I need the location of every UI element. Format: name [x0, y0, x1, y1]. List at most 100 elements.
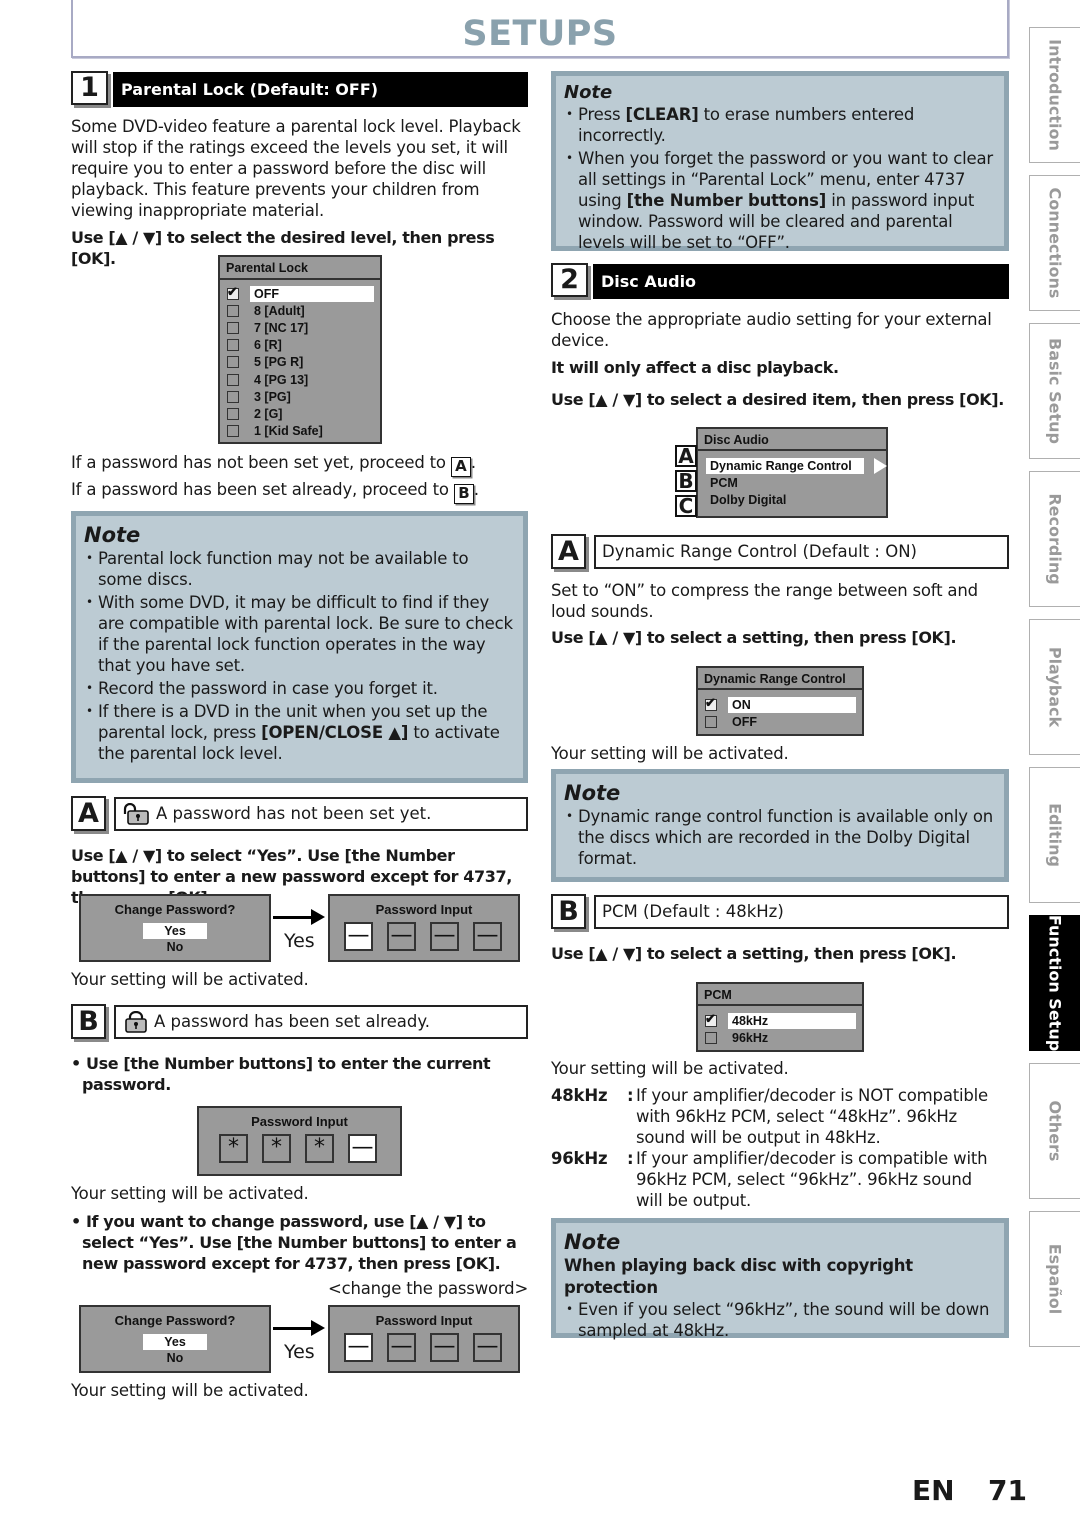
side-tab-playback[interactable]: Playback — [1029, 619, 1080, 755]
note-item: When you forget the password or you want… — [564, 148, 994, 253]
checkbox-checked-icon[interactable] — [705, 1011, 717, 1027]
tag-a-link[interactable]: A — [450, 457, 471, 477]
option-row[interactable]: 96kHz — [698, 1029, 862, 1046]
checkbox-icon[interactable] — [227, 339, 239, 352]
parental-level-item[interactable]: 6 [R] — [220, 337, 380, 354]
side-tab-recording[interactable]: Recording — [1029, 471, 1080, 607]
chevron-right-icon — [874, 457, 887, 474]
parental-level-item[interactable]: 7 [NC 17] — [220, 319, 380, 336]
checkbox-icon[interactable] — [705, 1031, 717, 1044]
side-tab-introduction[interactable]: Introduction — [1029, 27, 1080, 163]
side-tab-label: Others — [1045, 1100, 1065, 1162]
note-title: Note — [564, 781, 621, 805]
side-tab-label: Function Setup — [1045, 914, 1065, 1052]
level-label: 8 [Adult] — [254, 303, 305, 318]
checkbox-icon[interactable] — [705, 715, 717, 728]
password-input-dialog: Password Input — — — — — [328, 1305, 520, 1373]
password-digit-field[interactable]: — — [387, 922, 416, 951]
checkbox-checked-icon[interactable] — [705, 695, 717, 711]
checkbox-icon[interactable] — [227, 304, 239, 317]
side-tab-basic-setup[interactable]: Basic Setup — [1029, 323, 1080, 459]
result-text: Your setting will be activated. — [71, 1381, 309, 1400]
checkbox-icon[interactable] — [227, 425, 239, 438]
osd-title: Parental Lock — [220, 257, 380, 280]
note-item: Record the password in case you forget i… — [84, 678, 513, 699]
side-tab-espanol[interactable]: Español — [1029, 1211, 1080, 1347]
note-item: Even if you select “96kHz”, the sound wi… — [564, 1299, 994, 1341]
password-digit-field[interactable]: * — [262, 1134, 291, 1163]
checkbox-icon[interactable] — [227, 373, 239, 386]
dialog-title: Password Input — [375, 1313, 473, 1328]
sub-section-letter: B — [551, 894, 586, 929]
definition-key: 96kHz — [551, 1149, 608, 1168]
dialog-title: Change Password? — [114, 1313, 236, 1328]
option-row[interactable]: OFF — [698, 713, 862, 730]
unlocked-padlock-icon — [123, 803, 149, 825]
side-tab-label: Recording — [1045, 493, 1065, 585]
note-list: Even if you select “96kHz”, the sound wi… — [564, 1299, 994, 1341]
parental-level-item[interactable]: 8 [Adult] — [220, 302, 380, 319]
arrow-line — [273, 1327, 313, 1330]
disc-audio-item[interactable]: Dynamic Range Control — [698, 457, 887, 474]
yes-option[interactable]: Yes — [143, 1334, 207, 1350]
page-title: SETUPS — [462, 14, 618, 54]
checkbox-checked-icon[interactable] — [227, 284, 239, 300]
side-tab-function-setup[interactable]: Function Setup — [1029, 915, 1080, 1051]
result-text: Your setting will be activated. — [551, 744, 789, 763]
note-title: Note — [564, 82, 613, 103]
parental-level-item[interactable]: 3 [PG] — [220, 388, 380, 405]
option-row[interactable]: ON — [698, 695, 862, 713]
instruction: Use [▲ / ▼] to select a desired item, th… — [551, 390, 1004, 409]
osd-title: Dynamic Range Control — [698, 668, 862, 690]
arrow-line — [273, 916, 313, 919]
note-item: Parental lock function may not be availa… — [84, 548, 513, 590]
side-tab-connections[interactable]: Connections — [1029, 175, 1080, 311]
password-digit-field[interactable]: — — [473, 922, 502, 951]
yes-option[interactable]: Yes — [143, 923, 207, 939]
option-label: OFF — [732, 714, 757, 729]
checkbox-icon[interactable] — [227, 321, 239, 334]
parental-level-item[interactable]: 5 [PG R] — [220, 354, 380, 371]
disc-audio-osd: Disc Audio Dynamic Range Control PCM Dol… — [696, 427, 888, 518]
side-tab-editing[interactable]: Editing — [1029, 767, 1080, 903]
parental-level-item[interactable]: 1 [Kid Safe] — [220, 423, 380, 440]
level-label: 3 [PG] — [254, 389, 291, 404]
side-tab-others[interactable]: Others — [1029, 1063, 1080, 1199]
password-digit-field[interactable]: — — [344, 922, 373, 951]
password-digit-field[interactable]: — — [473, 1333, 502, 1362]
checkbox-icon[interactable] — [227, 356, 239, 369]
proceed-b-text: If a password has been set already, proc… — [71, 480, 449, 499]
password-digit-field[interactable]: — — [430, 922, 459, 951]
section-title: Disc Audio — [593, 264, 1009, 299]
checkbox-icon[interactable] — [227, 407, 239, 420]
password-digit-field[interactable]: — — [348, 1134, 377, 1163]
definition-value: If your amplifier/decoder is NOT compati… — [636, 1086, 988, 1147]
no-option[interactable]: No — [81, 939, 269, 955]
dialog-title: Password Input — [251, 1114, 348, 1129]
parental-level-item[interactable]: 4 [PG 13] — [220, 371, 380, 388]
password-digit-field[interactable]: — — [430, 1333, 459, 1362]
note-item: Press [CLEAR] to erase numbers entered i… — [564, 104, 994, 146]
password-digit-field[interactable]: — — [387, 1333, 416, 1362]
option-label: ON — [728, 696, 856, 713]
side-tab-label: Editing — [1045, 803, 1065, 867]
option-row[interactable]: 48kHz — [698, 1011, 862, 1029]
password-digit-field[interactable]: — — [344, 1333, 373, 1362]
instruction-text: Use [the Number buttons] to enter the cu… — [82, 1054, 491, 1094]
password-digit-field[interactable]: * — [305, 1134, 334, 1163]
osd-title: Disc Audio — [698, 429, 886, 451]
disc-audio-item[interactable]: Dolby Digital — [698, 491, 886, 508]
disc-audio-item[interactable]: PCM — [698, 474, 886, 491]
arrow-label: Yes — [284, 1341, 315, 1363]
no-option[interactable]: No — [81, 1350, 269, 1366]
password-digit-field[interactable]: * — [219, 1134, 248, 1163]
dialog-title: Password Input — [375, 902, 473, 917]
note-item: Dynamic range control function is availa… — [564, 806, 994, 869]
parental-level-item[interactable]: 2 [G] — [220, 405, 380, 422]
checkbox-icon[interactable] — [227, 390, 239, 403]
locked-padlock-icon — [125, 1011, 147, 1033]
arrow-right-icon — [311, 1320, 325, 1336]
result-text: Your setting will be activated. — [71, 1184, 309, 1203]
parental-level-item[interactable]: OFF — [220, 284, 380, 302]
tag-b-link[interactable]: B — [453, 484, 474, 504]
